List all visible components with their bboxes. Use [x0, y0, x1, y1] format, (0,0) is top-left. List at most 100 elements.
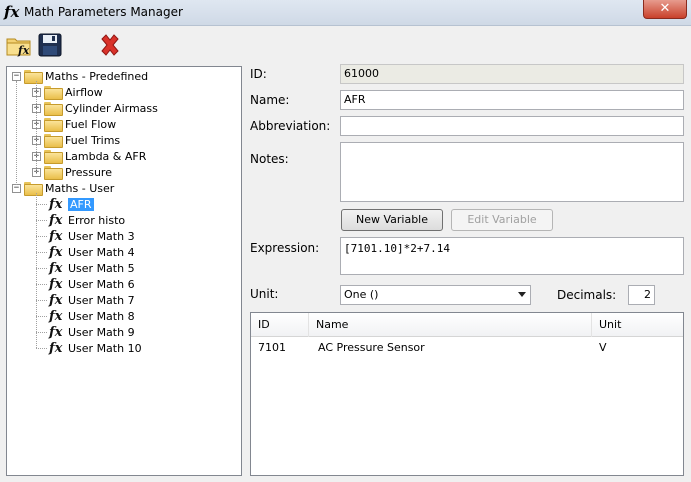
folder-icon	[24, 70, 43, 84]
red-x-icon	[101, 34, 119, 56]
tree-item[interactable]: fx User Math 3	[49, 228, 135, 244]
function-icon: fx	[49, 244, 63, 260]
folder-icon	[44, 86, 63, 100]
notes-input[interactable]	[340, 142, 684, 202]
function-icon: fx	[49, 228, 63, 244]
tree-item-label: AFR	[68, 197, 94, 211]
app-fx-icon: fx	[4, 3, 20, 21]
name-input[interactable]: AFR	[340, 90, 684, 110]
tree-item-label: User Math 5	[68, 261, 135, 275]
function-icon: fx	[49, 260, 63, 276]
tree-item-label: Fuel Trims	[65, 133, 121, 147]
toolbar: fx	[0, 26, 691, 64]
function-icon: fx	[49, 276, 63, 292]
tree-item[interactable]: fx User Math 4	[49, 244, 135, 260]
tree-item[interactable]: fx User Math 8	[49, 308, 135, 324]
unit-select-value: One ()	[344, 288, 379, 301]
tree-connector	[36, 236, 47, 237]
tree-item-label: User Math 10	[68, 341, 142, 355]
folder-icon	[44, 150, 63, 164]
save-disk-icon	[38, 33, 62, 57]
id-label: ID:	[250, 67, 267, 81]
tree-connector	[36, 193, 37, 348]
expression-input[interactable]: [7101.10]*2+7.14	[340, 237, 684, 275]
unit-select[interactable]: One ()	[340, 285, 531, 305]
id-field: 61000	[340, 64, 684, 84]
folder-icon	[44, 118, 63, 132]
edit-variable-button: Edit Variable	[451, 209, 553, 231]
tree-item[interactable]: fx User Math 6	[49, 276, 135, 292]
tree-item-label: Airflow	[65, 85, 103, 99]
tree-item-label: User Math 8	[68, 309, 135, 323]
function-icon: fx	[49, 324, 63, 340]
tree-connector	[36, 332, 47, 333]
tree-item[interactable]: + Fuel Flow	[32, 116, 116, 132]
decimals-label: Decimals:	[557, 288, 617, 302]
tree-item[interactable]: + Airflow	[32, 84, 103, 100]
tree-connector	[36, 316, 47, 317]
tree-item-label: User Math 4	[68, 245, 135, 259]
folder-icon	[44, 166, 63, 180]
tree-item-label: User Math 7	[68, 293, 135, 307]
tree-item-label: Fuel Flow	[65, 117, 117, 131]
column-header-id[interactable]: ID	[251, 313, 309, 337]
folder-icon	[44, 102, 63, 116]
function-icon: fx	[49, 292, 63, 308]
function-icon: fx	[49, 196, 63, 212]
notes-label: Notes:	[250, 152, 289, 166]
folder-icon	[24, 182, 43, 196]
decimals-input[interactable]: 2	[628, 285, 655, 305]
tree-item-label: User Math 9	[68, 325, 135, 339]
cell-id: 7101	[258, 341, 286, 354]
tree-group-predefined[interactable]: − Maths - Predefined	[12, 68, 148, 84]
tree-item[interactable]: fx AFR	[49, 196, 94, 212]
tree-item[interactable]: fx User Math 5	[49, 260, 135, 276]
tree-item[interactable]: fx User Math 7	[49, 292, 135, 308]
tree-item[interactable]: fx User Math 9	[49, 324, 135, 340]
tree-item-label: Pressure	[65, 165, 112, 179]
delete-button[interactable]	[96, 31, 124, 59]
tree-item-label: User Math 3	[68, 229, 135, 243]
tree-connector	[16, 81, 17, 185]
math-tree[interactable]: − Maths - Predefined + Airflow + Cylinder Air…	[6, 66, 242, 476]
tree-group-label: Maths - Predefined	[45, 69, 149, 83]
function-icon: fx	[49, 308, 63, 324]
unit-label: Unit:	[250, 287, 279, 301]
title-bar: fx Math Parameters Manager ✕	[0, 0, 691, 26]
tree-item[interactable]: + Lambda & AFR	[32, 148, 146, 164]
tree-connector	[36, 284, 47, 285]
tree-connector	[36, 300, 47, 301]
chevron-down-icon	[518, 292, 526, 297]
tree-item[interactable]: fx User Math 10	[49, 340, 142, 356]
column-header-unit[interactable]: Unit	[592, 313, 683, 337]
tree-connector	[36, 204, 47, 205]
tree-item-label: Cylinder Airmass	[65, 101, 158, 115]
close-button[interactable]: ✕	[643, 0, 687, 19]
tree-item[interactable]: fx Error histo	[49, 212, 125, 228]
tree-item[interactable]: + Cylinder Airmass	[32, 100, 158, 116]
variables-grid[interactable]: ID Name Unit 7101 AC Pressure Sensor V	[250, 312, 684, 476]
tree-connector	[36, 252, 47, 253]
svg-text:fx: fx	[17, 44, 30, 57]
tree-item[interactable]: + Fuel Trims	[32, 132, 120, 148]
grid-header: ID Name Unit	[251, 313, 683, 337]
tree-item-label: Error histo	[68, 213, 126, 227]
tree-group-label: Maths - User	[45, 181, 115, 195]
folder-fx-icon: fx	[6, 38, 31, 57]
tree-item-label: Lambda & AFR	[65, 149, 147, 163]
function-icon: fx	[49, 212, 63, 228]
tree-group-user[interactable]: − Maths - User	[12, 180, 114, 196]
name-label: Name:	[250, 93, 290, 107]
tree-item[interactable]: + Pressure	[32, 164, 112, 180]
column-header-name[interactable]: Name	[309, 313, 592, 337]
abbreviation-input[interactable]	[340, 116, 684, 136]
new-math-button[interactable]: fx	[5, 31, 33, 59]
collapse-icon[interactable]: −	[12, 71, 21, 81]
tree-connector	[36, 220, 47, 221]
cell-name: AC Pressure Sensor	[318, 341, 425, 354]
expression-label: Expression:	[250, 241, 320, 255]
function-icon: fx	[49, 340, 63, 356]
window-title: Math Parameters Manager	[24, 5, 183, 19]
new-variable-button[interactable]: New Variable	[341, 209, 443, 231]
save-button[interactable]	[36, 31, 64, 59]
